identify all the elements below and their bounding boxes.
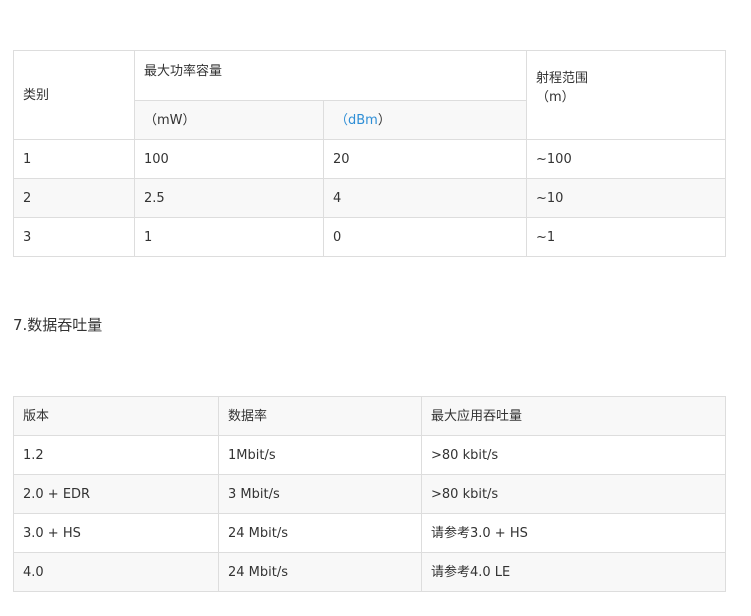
table-row: 2.0 + EDR 3 Mbit/s >80 kbit/s: [13, 474, 726, 514]
header-max-power: 最大功率容量: [133, 50, 528, 101]
table-cell: 3.0 + HS: [13, 513, 219, 553]
table-cell: 2.0 + EDR: [13, 474, 219, 514]
table-cell: 24 Mbit/s: [218, 513, 422, 553]
header-data-rate: 数据率: [218, 396, 422, 436]
table-cell: >80 kbit/s: [421, 474, 726, 514]
table-cell: 1Mbit/s: [218, 435, 422, 475]
table-row: 3.0 + HS 24 Mbit/s 请参考3.0 + HS: [13, 513, 726, 553]
dbm-link[interactable]: dBm: [348, 113, 378, 128]
table-cell: 请参考3.0 + HS: [421, 513, 726, 553]
table-cell: 请参考4.0 LE: [421, 552, 726, 592]
header-max-throughput: 最大应用吞吐量: [421, 396, 726, 436]
table-cell: 2.5: [134, 178, 324, 218]
table-cell: 1: [134, 217, 324, 257]
power-class-table: 类别 最大功率容量 射程范围 （m） （mW） （dBm） 1 100 20 ~…: [13, 50, 727, 257]
header-version: 版本: [13, 396, 219, 436]
table-cell: 100: [134, 139, 324, 179]
table-header-row: 版本 数据率 最大应用吞吐量: [13, 396, 726, 436]
paren-open: （: [335, 112, 349, 128]
header-unit-dbm: （dBm）: [322, 100, 528, 140]
table-row: 2 2.5 4 ~10: [13, 178, 727, 218]
table-cell: 3: [13, 217, 135, 257]
table-row: 4.0 24 Mbit/s 请参考4.0 LE: [13, 552, 726, 592]
table-row: 1.2 1Mbit/s >80 kbit/s: [13, 435, 726, 475]
table-cell: 0: [322, 217, 528, 257]
table-cell: 3 Mbit/s: [218, 474, 422, 514]
table-cell: 20: [322, 139, 528, 179]
header-range-label: 射程范围: [536, 71, 589, 86]
table-cell: 2: [13, 178, 135, 218]
table-cell: 24 Mbit/s: [218, 552, 422, 592]
throughput-table: 版本 数据率 最大应用吞吐量 1.2 1Mbit/s >80 kbit/s 2.…: [13, 396, 726, 592]
table-cell: >80 kbit/s: [421, 435, 726, 475]
header-unit-mw: （mW）: [134, 100, 324, 140]
section-title: 7.数据吞吐量: [13, 316, 103, 334]
table-cell: 4: [322, 178, 528, 218]
table-cell: ~10: [526, 178, 727, 218]
table-cell: 1.2: [13, 435, 219, 475]
header-range-unit: （m）: [536, 90, 575, 105]
table-cell: 4.0: [13, 552, 219, 592]
table-cell: ~1: [526, 217, 727, 257]
table-cell: 1: [13, 139, 135, 179]
table-row: 3 1 0 ~1: [13, 217, 727, 257]
table-row: 1 100 20 ~100: [13, 139, 727, 179]
table-cell: ~100: [526, 139, 727, 179]
header-category: 类别: [13, 50, 135, 140]
paren-close: ）: [377, 112, 391, 128]
header-range: 射程范围 （m）: [526, 50, 727, 140]
